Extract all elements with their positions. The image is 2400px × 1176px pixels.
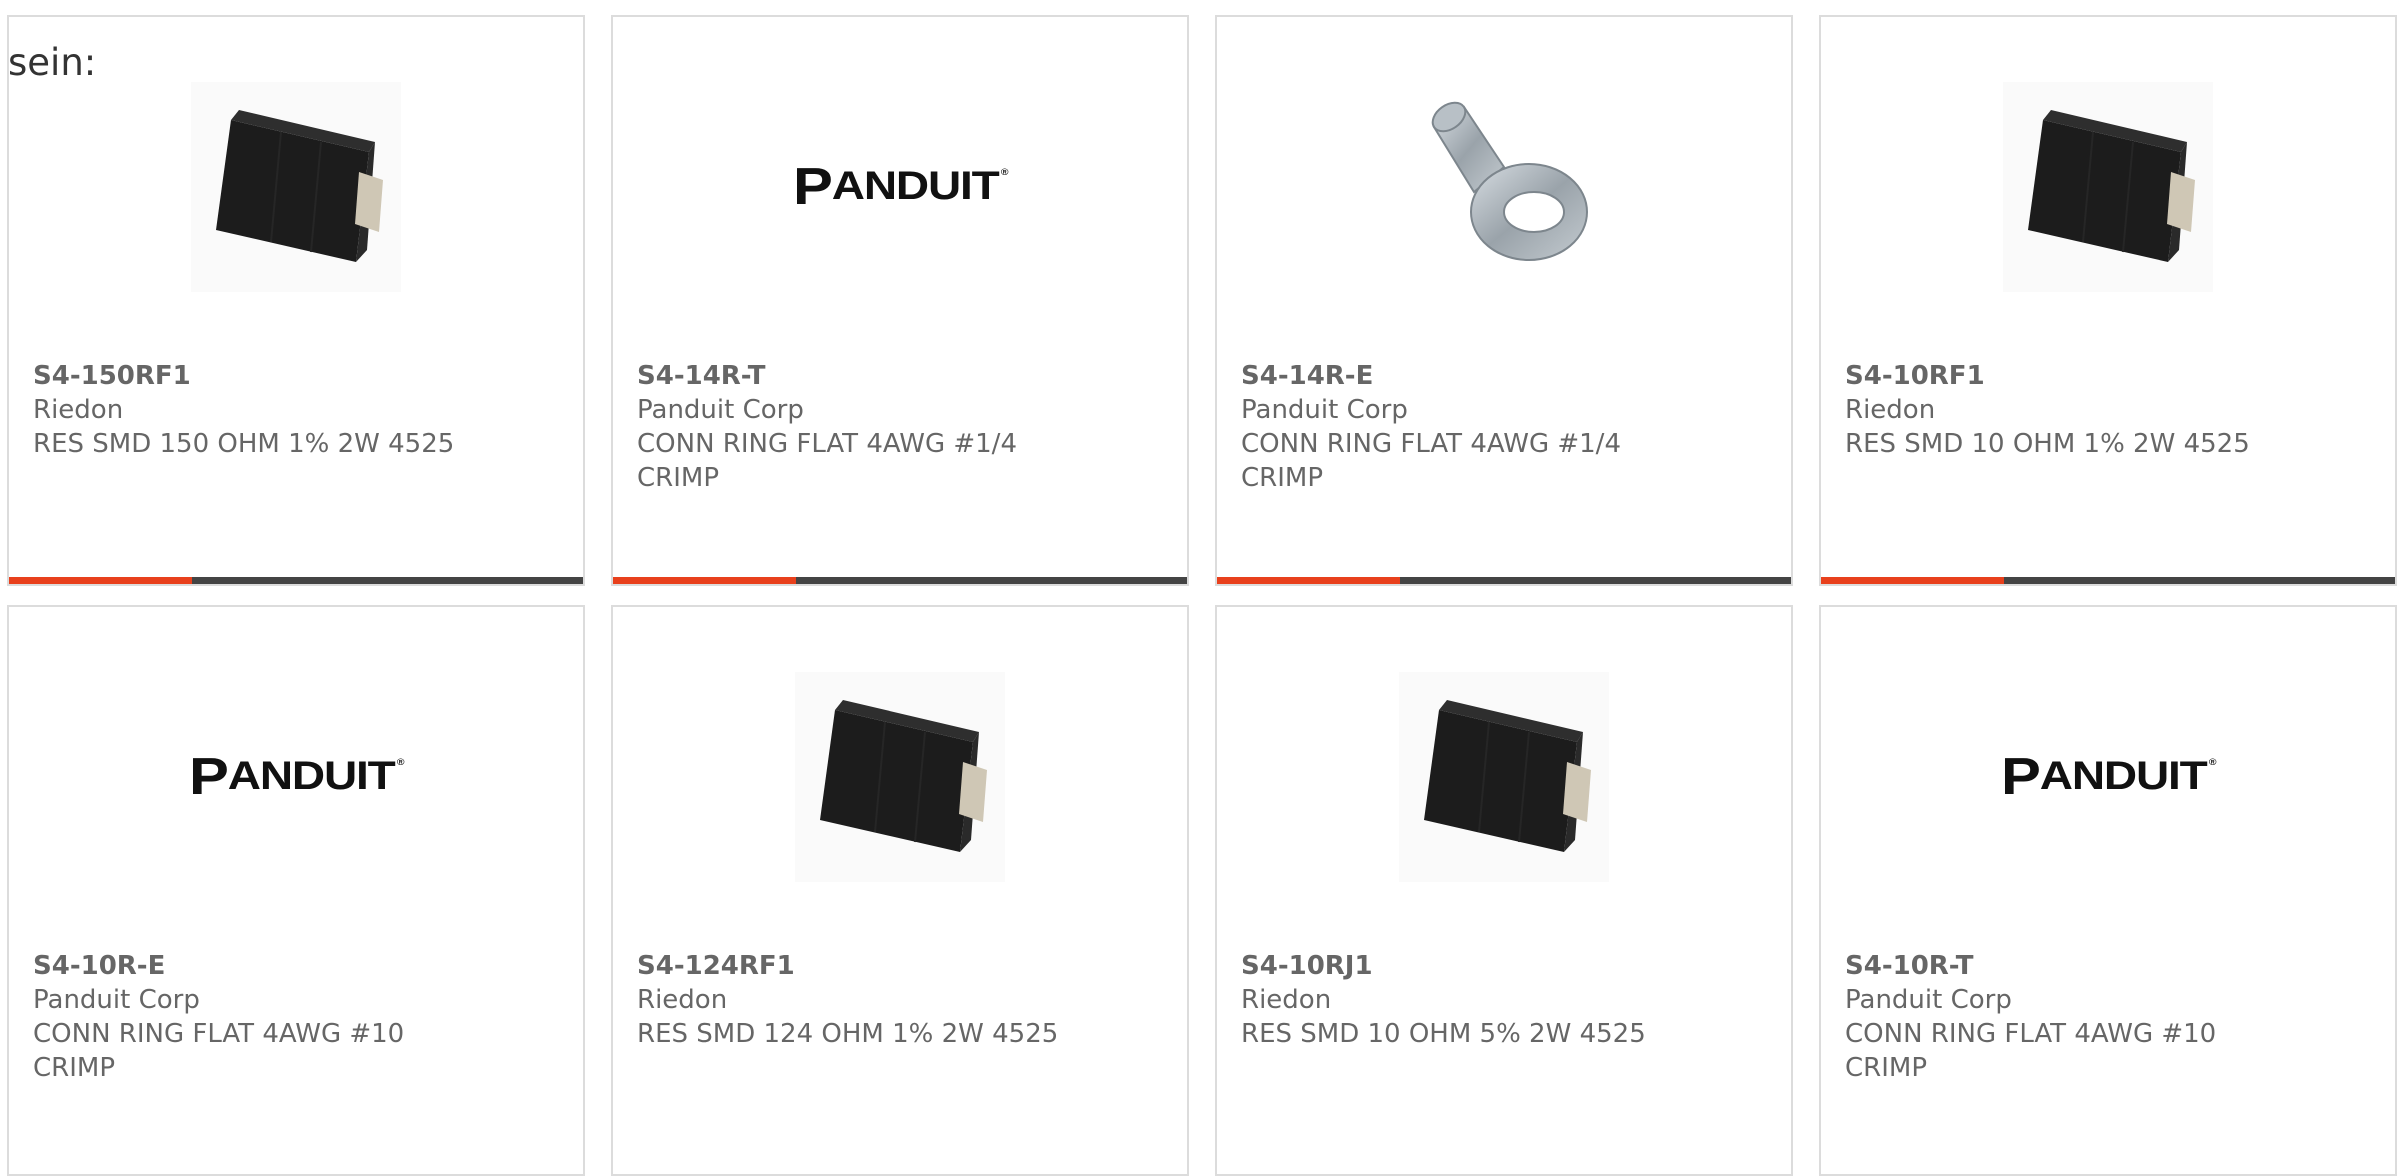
product-info: S4-10R-E Panduit Corp CONN RING FLAT 4AW… xyxy=(33,949,559,1085)
product-card[interactable]: P ANDUIT ® S4-14R-T Panduit Corp CONN RING… xyxy=(611,15,1189,586)
product-info: S4-150RF1 Riedon RES SMD 150 OHM 1% 2W 4… xyxy=(33,359,559,461)
resistor-smd-icon xyxy=(1399,672,1609,882)
card-bar xyxy=(9,577,583,584)
product-image[interactable] xyxy=(9,72,583,302)
description: CONN RING FLAT 4AWG #1/4 CRIMP xyxy=(1241,429,1621,493)
card-bar xyxy=(613,577,1187,584)
manufacturer: Panduit Corp xyxy=(33,985,200,1015)
product-card[interactable]: P ANDUIT ® S4-10R-E Panduit Corp CONN RING… xyxy=(7,605,585,1176)
product-image[interactable]: P ANDUIT ® xyxy=(613,72,1187,302)
product-card[interactable]: S4-150RF1 Riedon RES SMD 150 OHM 1% 2W 4… xyxy=(7,15,585,586)
product-info: S4-124RF1 Riedon RES SMD 124 OHM 1% 2W 4… xyxy=(637,949,1163,1051)
resistor-smd-icon xyxy=(191,82,401,292)
panduit-logo-icon: P ANDUIT ® xyxy=(2000,748,2216,806)
product-image[interactable]: P ANDUIT ® xyxy=(9,662,583,892)
part-number[interactable]: S4-14R-T xyxy=(637,359,1163,393)
product-card[interactable]: S4-14R-E Panduit Corp CONN RING FLAT 4AW… xyxy=(1215,15,1793,586)
intro-text: sein: xyxy=(8,41,97,84)
description: RES SMD 10 OHM 5% 2W 4525 xyxy=(1241,1019,1646,1049)
card-bar-accent xyxy=(9,577,192,584)
part-number[interactable]: S4-150RF1 xyxy=(33,359,559,393)
manufacturer: Riedon xyxy=(1845,395,1936,425)
manufacturer: Panduit Corp xyxy=(1241,395,1408,425)
product-image[interactable]: P ANDUIT ® xyxy=(1821,662,2395,892)
description: CONN RING FLAT 4AWG #10 CRIMP xyxy=(1845,1019,2217,1083)
description: RES SMD 124 OHM 1% 2W 4525 xyxy=(637,1019,1059,1049)
description: CONN RING FLAT 4AWG #10 CRIMP xyxy=(33,1019,405,1083)
manufacturer: Riedon xyxy=(637,985,728,1015)
description: RES SMD 150 OHM 1% 2W 4525 xyxy=(33,429,455,459)
product-info: S4-14R-E Panduit Corp CONN RING FLAT 4AW… xyxy=(1241,359,1767,495)
resistor-smd-icon xyxy=(2003,82,2213,292)
part-number[interactable]: S4-124RF1 xyxy=(637,949,1163,983)
product-image[interactable] xyxy=(1217,72,1791,302)
product-card[interactable]: S4-124RF1 Riedon RES SMD 124 OHM 1% 2W 4… xyxy=(611,605,1189,1176)
resistor-smd-icon xyxy=(795,672,1005,882)
product-info: S4-10RJ1 Riedon RES SMD 10 OHM 5% 2W 452… xyxy=(1241,949,1767,1051)
manufacturer: Panduit Corp xyxy=(1845,985,2012,1015)
part-number[interactable]: S4-14R-E xyxy=(1241,359,1767,393)
product-info: S4-14R-T Panduit Corp CONN RING FLAT 4AW… xyxy=(637,359,1163,495)
card-bar xyxy=(1217,577,1791,584)
manufacturer: Panduit Corp xyxy=(637,395,804,425)
product-card[interactable]: P ANDUIT ® S4-10R-T Panduit Corp CONN RING… xyxy=(1819,605,2397,1176)
card-bar-accent xyxy=(613,577,796,584)
part-number[interactable]: S4-10RF1 xyxy=(1845,359,2371,393)
manufacturer: Riedon xyxy=(33,395,124,425)
manufacturer: Riedon xyxy=(1241,985,1332,1015)
product-card[interactable]: S4-10RF1 Riedon RES SMD 10 OHM 1% 2W 452… xyxy=(1819,15,2397,586)
product-image[interactable] xyxy=(1217,662,1791,892)
description: CONN RING FLAT 4AWG #1/4 CRIMP xyxy=(637,429,1017,493)
description: RES SMD 10 OHM 1% 2W 4525 xyxy=(1845,429,2250,459)
card-bar-accent xyxy=(1821,577,2004,584)
part-number[interactable]: S4-10R-T xyxy=(1845,949,2371,983)
ring-terminal-icon xyxy=(1431,101,1588,261)
panduit-logo-icon: P ANDUIT ® xyxy=(188,748,404,806)
product-info: S4-10RF1 Riedon RES SMD 10 OHM 1% 2W 452… xyxy=(1845,359,2371,461)
panduit-logo-icon: P ANDUIT ® xyxy=(792,158,1008,216)
product-card[interactable]: S4-10RJ1 Riedon RES SMD 10 OHM 5% 2W 452… xyxy=(1215,605,1793,1176)
product-info: S4-10R-T Panduit Corp CONN RING FLAT 4AW… xyxy=(1845,949,2371,1085)
card-bar-accent xyxy=(1217,577,1400,584)
part-number[interactable]: S4-10R-E xyxy=(33,949,559,983)
card-bar xyxy=(1821,577,2395,584)
product-image[interactable] xyxy=(613,662,1187,892)
product-image[interactable] xyxy=(1821,72,2395,302)
part-number[interactable]: S4-10RJ1 xyxy=(1241,949,1767,983)
